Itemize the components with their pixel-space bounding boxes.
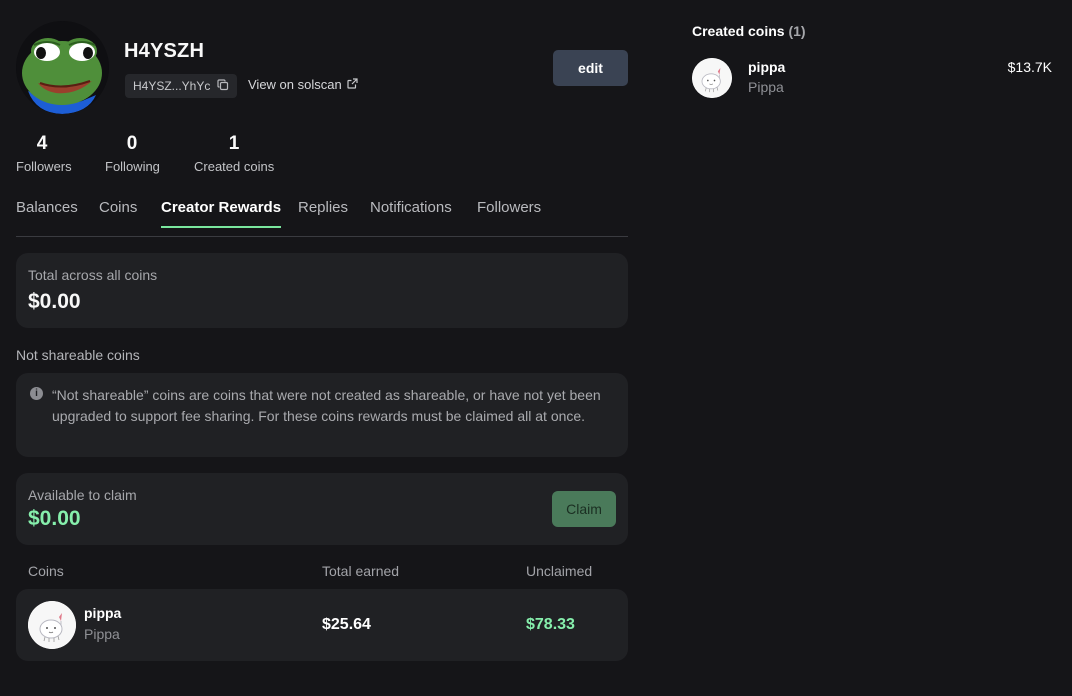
profile-username: H4YSZH xyxy=(124,40,205,62)
total-value: $0.00 xyxy=(28,290,81,313)
created-coins-label: Created coins xyxy=(194,159,275,174)
stat-created-coins[interactable]: 1 Created coins xyxy=(194,132,274,174)
created-coins-title-text: Created coins xyxy=(692,23,785,39)
claim-card: Available to claim $0.00 Claim xyxy=(16,473,628,545)
total-label: Total across all coins xyxy=(28,267,158,283)
coin-name-group: pippa Pippa xyxy=(84,605,121,642)
solscan-link[interactable]: View on solscan xyxy=(248,77,358,92)
tab-creator-rewards[interactable]: Creator Rewards xyxy=(161,199,282,228)
not-shareable-heading: Not shareable coins xyxy=(16,347,140,363)
coin-ticker: Pippa xyxy=(84,626,120,642)
tab-balances[interactable]: Balances xyxy=(16,199,78,228)
following-label: Following xyxy=(105,159,160,174)
address-copy-chip[interactable]: H4YSZ...YhYc xyxy=(125,74,238,98)
coin-unclaimed: $78.33 xyxy=(526,616,575,633)
external-link-icon xyxy=(347,77,358,92)
profile-tabs: Balances Coins Creator Rewards Replies N… xyxy=(16,199,628,237)
solscan-label: View on solscan xyxy=(248,77,342,92)
address-text: H4YSZ...YhYc xyxy=(133,79,211,93)
table-row[interactable]: pippa Pippa $25.64 $78.33 xyxy=(16,589,628,661)
created-coins-count-badge: (1) xyxy=(788,23,806,39)
followers-label: Followers xyxy=(16,159,72,174)
total-rewards-card: Total across all coins $0.00 xyxy=(16,253,628,328)
tab-followers[interactable]: Followers xyxy=(477,199,541,228)
profile-avatar xyxy=(16,21,109,114)
info-icon: i xyxy=(30,387,43,400)
stat-following[interactable]: 0 Following xyxy=(105,132,160,174)
created-coin-market-cap: $13.7K xyxy=(1007,59,1052,75)
table-header-coins: Coins xyxy=(28,563,64,579)
created-coins-title: Created coins (1) xyxy=(692,23,806,39)
created-coin-name-group: pippa Pippa xyxy=(748,59,785,95)
followers-count: 4 xyxy=(36,133,48,154)
pippa-coin-icon xyxy=(28,601,76,649)
not-shareable-info-card: i “Not shareable” coins are coins that w… xyxy=(16,373,628,457)
table-header-unclaimed: Unclaimed xyxy=(526,563,593,579)
stat-followers[interactable]: 4 Followers xyxy=(16,132,72,174)
created-coins-count: 1 xyxy=(228,133,240,154)
copy-icon[interactable] xyxy=(217,78,229,94)
available-to-claim-label: Available to claim xyxy=(28,487,137,503)
coin-name: pippa xyxy=(84,605,122,621)
coin-total-earned: $25.64 xyxy=(322,616,371,633)
created-coin-ticker: Pippa xyxy=(748,79,784,95)
created-coin-item[interactable]: pippa Pippa $13.7K xyxy=(692,58,1054,98)
claim-button[interactable]: Claim xyxy=(552,491,616,527)
created-coin-name: pippa xyxy=(748,59,786,75)
tab-replies[interactable]: Replies xyxy=(298,199,348,228)
table-header-total-earned: Total earned xyxy=(322,563,400,579)
tab-notifications[interactable]: Notifications xyxy=(370,199,452,228)
following-count: 0 xyxy=(126,133,138,154)
tab-coins[interactable]: Coins xyxy=(99,199,137,228)
not-shareable-info-text: “Not shareable” coins are coins that wer… xyxy=(52,387,601,424)
edit-profile-button[interactable]: edit xyxy=(553,50,628,86)
pippa-coin-icon xyxy=(692,58,732,98)
available-to-claim-value: $0.00 xyxy=(28,507,81,530)
